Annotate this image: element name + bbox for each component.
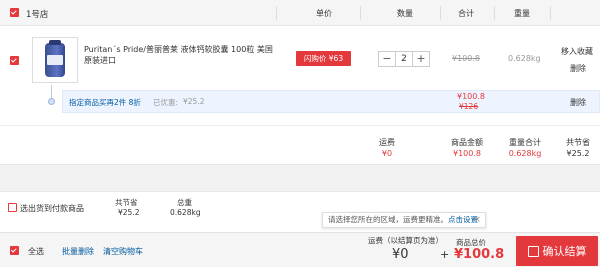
select-cod-label[interactable]: 选出货到付款商品 — [20, 203, 84, 214]
store-subtotal: 运费 ¥0 商品金额 ¥100.8 重量合计 0.628kg 共节省 ¥25.2 — [0, 125, 600, 163]
amount-value: ¥100.8 — [453, 149, 481, 158]
increase-quantity-button[interactable]: + — [413, 52, 429, 66]
connector-dot — [48, 98, 55, 105]
amount-label: 商品金额 — [451, 138, 483, 147]
checkout-bar: 全选 批量删除 清空购物车 运费（以结算页为准） ¥0 + — [0, 232, 600, 267]
summary-saved-label: 共节省 — [115, 198, 138, 207]
column-weight: 重量 — [514, 9, 530, 18]
weight-total-label: 重量合计 — [509, 138, 541, 147]
column-price: 单价 — [316, 9, 332, 18]
divider — [276, 6, 277, 20]
select-store-checkbox[interactable] — [10, 8, 19, 17]
quantity-stepper: − 2 + — [378, 51, 430, 67]
quantity-input[interactable]: 2 — [395, 52, 413, 66]
promotion-strip: 指定商品买再2件 8折 已优惠: ¥25.2 ¥100.8 ¥126 删除 — [62, 90, 600, 113]
summary-weight-value: 0.628kg — [170, 208, 201, 217]
cart-header: 1号店 单价 数量 合计 重量 — [0, 0, 600, 26]
promotion-link[interactable]: 指定商品买再2件 8折 — [69, 97, 141, 108]
saved-total-value: ¥25.2 — [566, 149, 590, 158]
checkout-icon — [527, 245, 539, 257]
product-bottle-image — [45, 40, 65, 77]
flash-price-badge: 闪购价 ¥63 — [296, 51, 351, 66]
store-name: 1号店 — [26, 10, 49, 20]
move-to-favorites-link[interactable]: 移入收藏 — [561, 46, 593, 57]
select-all-checkbox[interactable] — [10, 246, 19, 255]
close-icon[interactable]: × — [473, 213, 481, 227]
region-tip-text: 请选择您所在的区域，运费更精准。 — [328, 215, 448, 224]
saved-total-label: 共节省 — [566, 138, 590, 147]
saved-label: 已优惠: — [153, 98, 179, 107]
region-tip: 请选择您所在的区域，运费更精准。点击设置 × — [322, 212, 486, 228]
divider — [360, 6, 361, 20]
divider — [550, 6, 551, 20]
section-separator — [0, 164, 600, 192]
product-thumbnail[interactable] — [32, 37, 78, 83]
shipping-value: ¥0 — [381, 149, 393, 158]
checkout-label: 确认结算 — [542, 245, 587, 258]
column-total: 合计 — [458, 9, 474, 18]
delete-promo-link[interactable]: 删除 — [570, 97, 586, 108]
saved-value: ¥25.2 — [183, 97, 205, 106]
promo-price-now: ¥100.8 — [457, 92, 485, 101]
promo-price-before: ¥126 — [459, 102, 479, 111]
divider — [440, 6, 441, 20]
shipping-label: 运费 — [379, 138, 395, 147]
select-product-checkbox[interactable] — [10, 56, 19, 65]
batch-delete-link[interactable]: 批量删除 — [62, 246, 94, 257]
column-quantity: 数量 — [397, 9, 413, 18]
checkout-button[interactable]: 确认结算 — [516, 236, 598, 266]
footer-shipping-value: ¥0 — [392, 247, 409, 262]
original-total-price: ¥100.8 — [452, 54, 480, 63]
plus-sign: + — [440, 248, 450, 261]
select-all-label[interactable]: 全选 — [28, 246, 44, 257]
delete-product-link[interactable]: 删除 — [570, 63, 586, 74]
product-title[interactable]: Puritan´s Pride/普丽普莱 液体钙软胶囊 100粒 美国原装进口 — [84, 44, 274, 66]
decrease-quantity-button[interactable]: − — [379, 52, 395, 66]
product-weight: 0.628kg — [508, 54, 541, 63]
footer-shipping-label: 运费（以结算页为准） — [368, 236, 443, 245]
clear-cart-link[interactable]: 清空购物车 — [103, 246, 143, 257]
summary-weight-label: 总重 — [177, 198, 192, 207]
divider — [494, 6, 495, 20]
select-cod-checkbox[interactable] — [8, 203, 17, 212]
weight-total-value: 0.628kg — [508, 149, 542, 158]
total-price-box: 商品总价 ¥100.8 — [450, 234, 510, 267]
summary-saved-value: ¥25.2 — [118, 208, 140, 217]
total-price-value: ¥100.8 — [454, 247, 505, 262]
